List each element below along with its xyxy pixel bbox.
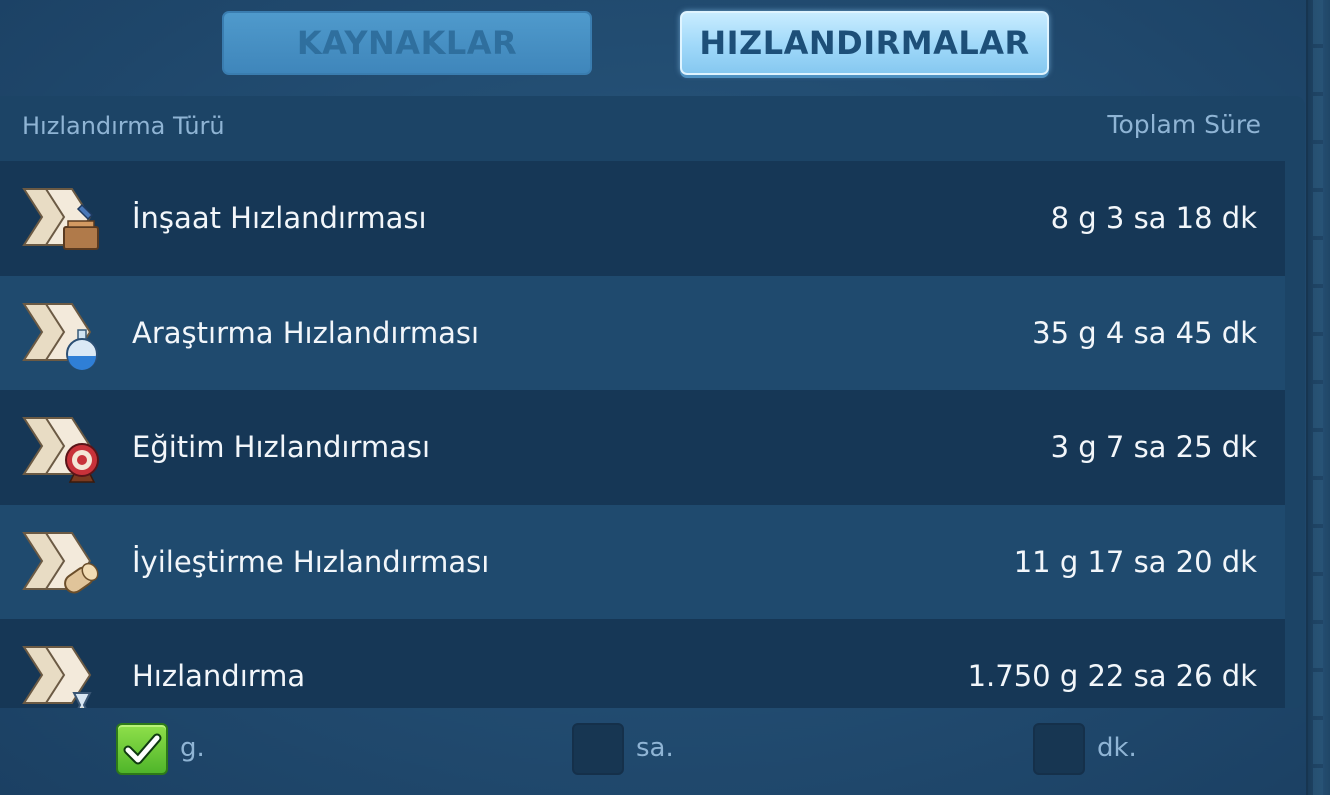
minutes-label: dk. — [1097, 733, 1137, 763]
row-label: Araştırma Hızlandırması — [132, 315, 480, 350]
column-header-total: Toplam Süre — [1107, 110, 1261, 139]
research-speedup-icon — [22, 302, 98, 370]
row-total-time: 8 g 3 sa 18 dk — [1050, 201, 1257, 236]
construction-speedup-icon — [22, 188, 99, 250]
list-item[interactable]: Eğitim Hızlandırması 3 g 7 sa 25 dk — [0, 390, 1285, 505]
tab-speedups[interactable]: HIZLANDIRMALAR — [680, 11, 1049, 75]
row-total-time: 11 g 17 sa 20 dk — [1013, 544, 1257, 579]
checkmark-icon — [123, 733, 162, 765]
minutes-checkbox[interactable] — [1033, 723, 1085, 775]
speedups-panel: Hızlandırma Türü Toplam Süre İnşaat Hızl… — [0, 96, 1305, 708]
list-item[interactable]: Hızlandırma 1.750 g 22 sa 26 dk — [0, 619, 1285, 708]
row-label: Eğitim Hızlandırması — [132, 430, 431, 465]
list-item[interactable]: Araştırma Hızlandırması 35 g 4 sa 45 dk — [0, 275, 1285, 390]
row-total-time: 35 g 4 sa 45 dk — [1032, 315, 1257, 350]
row-label: Hızlandırma — [132, 659, 306, 694]
list-item[interactable]: İnşaat Hızlandırması 8 g 3 sa 18 dk — [0, 161, 1285, 276]
training-speedup-icon — [22, 417, 99, 483]
hours-label: sa. — [636, 733, 674, 763]
row-total-time: 1.750 g 22 sa 26 dk — [967, 659, 1257, 694]
list-item[interactable]: İyileştirme Hızlandırması 11 g 17 sa 20 … — [0, 504, 1285, 619]
universal-speedup-icon — [22, 646, 92, 708]
row-total-time: 3 g 7 sa 25 dk — [1050, 430, 1257, 465]
row-label: İnşaat Hızlandırması — [132, 201, 427, 236]
row-label: İyileştirme Hızlandırması — [132, 544, 490, 579]
column-header-type: Hızlandırma Türü — [22, 112, 225, 140]
hours-checkbox[interactable] — [572, 723, 624, 775]
speedups-list: İnşaat Hızlandırması 8 g 3 sa 18 dk Araş… — [0, 161, 1285, 708]
healing-speedup-icon — [22, 531, 99, 593]
tab-resources[interactable]: KAYNAKLAR — [222, 11, 592, 75]
days-checkbox[interactable] — [116, 723, 168, 775]
days-label: g. — [180, 733, 205, 763]
right-frame-decoration — [1313, 0, 1323, 795]
